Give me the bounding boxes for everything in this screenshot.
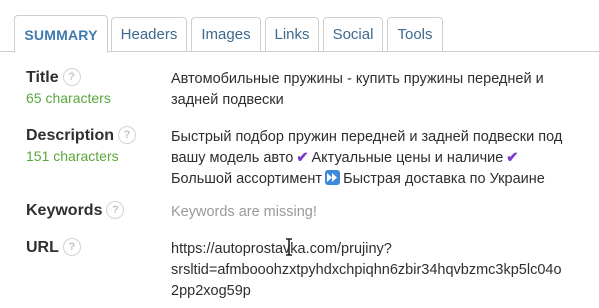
description-text-fragment: Большой ассортимент — [171, 171, 323, 187]
description-text-fragment: Быстрая доставка по Украине — [343, 171, 545, 187]
description-text-fragment: Актуальные цены и наличие — [311, 150, 504, 166]
title-char-count: 65 characters — [26, 90, 111, 107]
tab-social-label: Social — [332, 26, 374, 43]
tab-tools[interactable]: Tools — [387, 17, 443, 51]
keywords-label: Keywords — [26, 202, 103, 220]
fast-forward-icon — [325, 170, 341, 185]
description-value-line: Большой ассортимент Быстрая доставка по У… — [171, 169, 591, 190]
tab-images-label: Images — [201, 26, 251, 43]
url-value-line: https://autoprostavka.com/prujiny? — [171, 241, 392, 257]
question-circle-icon[interactable]: ? — [62, 238, 81, 256]
title-value-line: Автомобильные пружины - купить пружины п… — [171, 71, 544, 87]
url-value-line: srsltid=afmbooohzxtpyhdxchpiqhn6zbir34hq… — [171, 262, 562, 278]
title-value-line: задней подвески — [171, 92, 284, 108]
description-label: Description — [26, 127, 115, 145]
url-label-block: URL? — [26, 238, 81, 257]
title-label-block: Title? 65 characters — [26, 68, 111, 107]
question-circle-icon[interactable]: ? — [106, 201, 125, 219]
tab-images[interactable]: Images — [191, 17, 261, 51]
tab-links[interactable]: Links — [265, 17, 319, 51]
tab-links-label: Links — [274, 26, 310, 43]
description-label-block: Description? 151 characters — [26, 126, 137, 165]
keywords-value: Keywords are missing! — [171, 204, 317, 220]
url-value-line: 2pp2xog59p — [171, 283, 251, 299]
question-circle-icon[interactable]: ? — [62, 68, 81, 86]
tab-headers-label: Headers — [120, 26, 178, 43]
title-label: Title — [26, 69, 59, 87]
description-value-line: вашу модель авто ✔ Актуальные цены и налич… — [171, 148, 591, 169]
seo-summary-panel: SUMMARY Headers Images Links Social Tool… — [0, 0, 599, 308]
tab-summary-label: SUMMARY — [24, 27, 98, 43]
tab-social[interactable]: Social — [323, 17, 383, 51]
url-value[interactable]: https://autoprostavka.com/prujiny? srslt… — [171, 239, 591, 302]
tab-summary[interactable]: SUMMARY — [14, 15, 108, 53]
url-label: URL — [26, 239, 59, 257]
description-value-line: Быстрый подбор пружин передней и задней … — [171, 129, 563, 145]
keywords-label-block: Keywords? — [26, 201, 125, 220]
tab-bar: SUMMARY Headers Images Links Social Tool… — [0, 0, 599, 53]
check-mark-icon: ✔ — [506, 150, 519, 166]
question-circle-icon[interactable]: ? — [118, 126, 137, 144]
description-char-count: 151 characters — [26, 148, 119, 165]
text-cursor-icon — [286, 238, 292, 256]
summary-rows: Title? 65 characters Автомобильные пружи… — [0, 52, 599, 308]
description-text-fragment: вашу модель авто — [171, 150, 294, 166]
description-value: Быстрый подбор пружин передней и задней … — [171, 127, 591, 190]
check-mark-icon: ✔ — [296, 150, 309, 166]
tab-tools-label: Tools — [397, 26, 433, 43]
tab-headers[interactable]: Headers — [111, 17, 187, 51]
title-value: Автомобильные пружины - купить пружины п… — [171, 69, 591, 111]
